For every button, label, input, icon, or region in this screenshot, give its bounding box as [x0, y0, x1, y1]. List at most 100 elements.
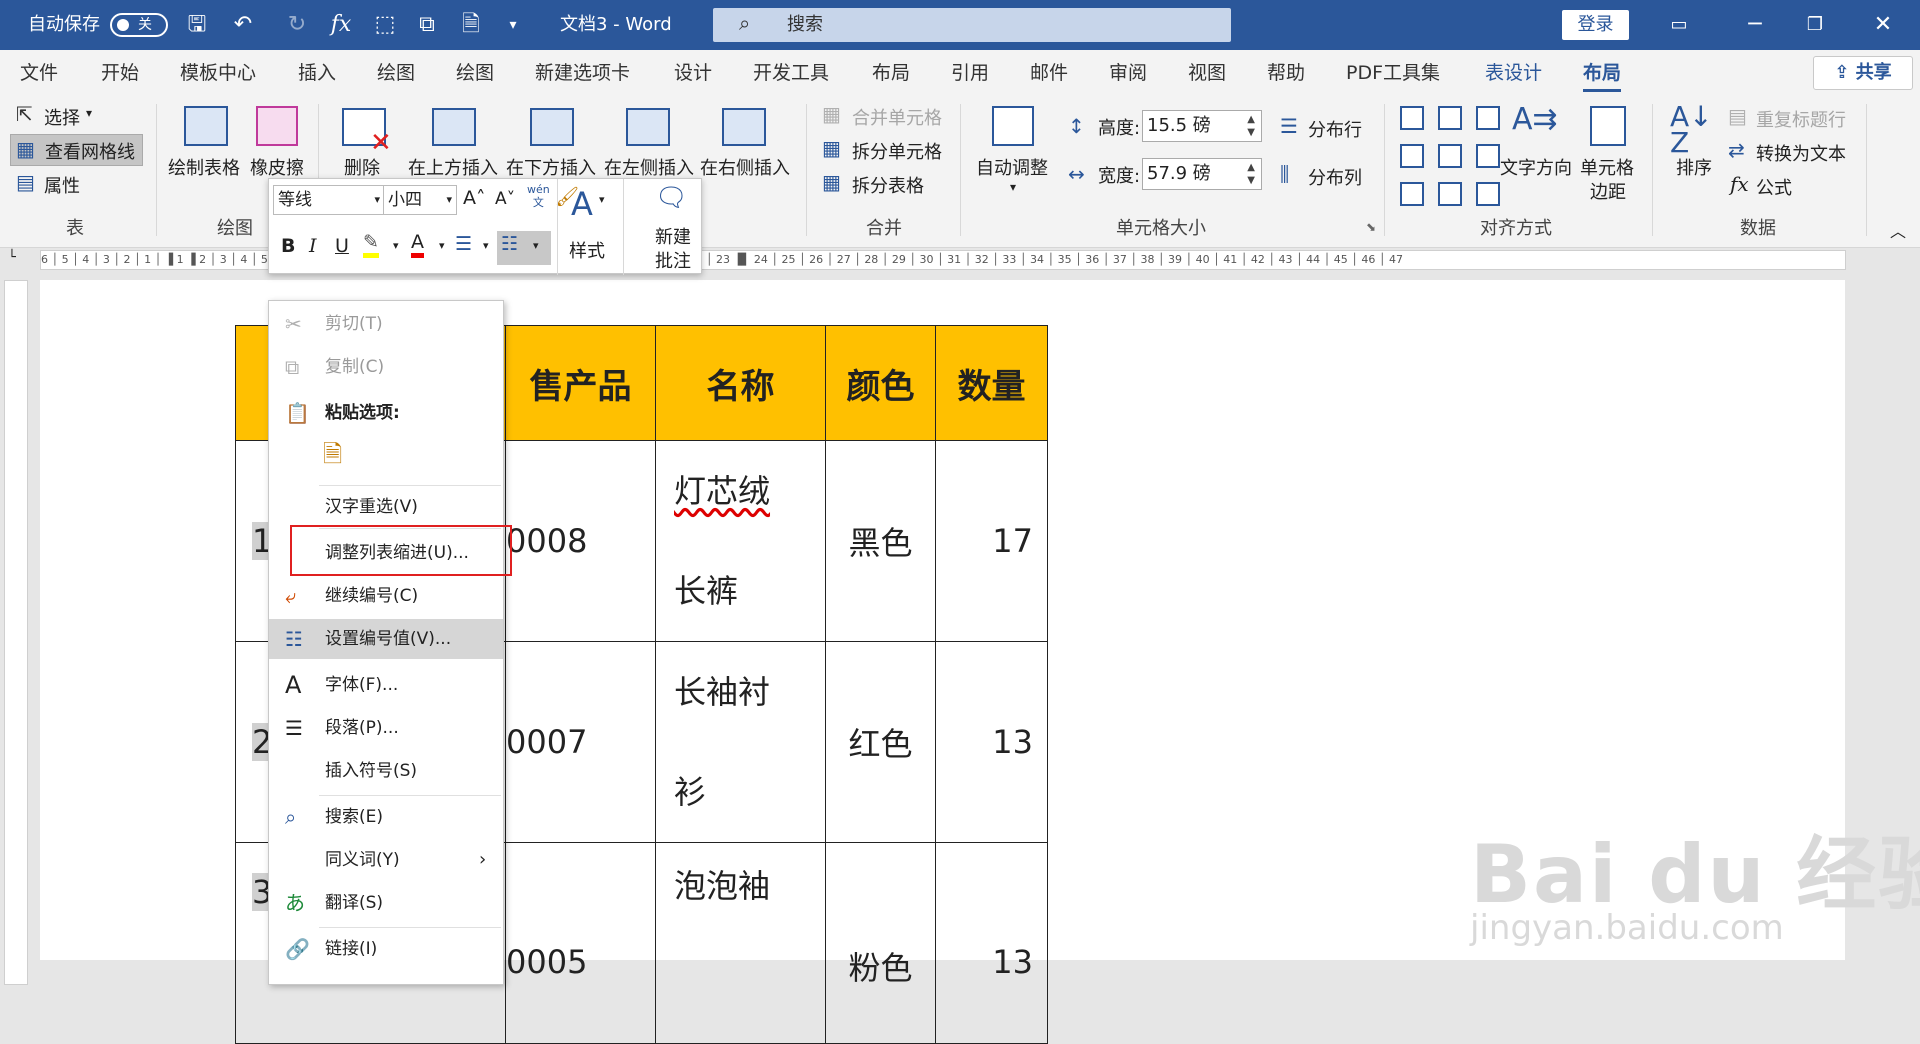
menu-item-translate[interactable]: あ翻译(S): [269, 883, 503, 923]
header-cell[interactable]: 数量: [935, 325, 1048, 441]
restore-icon[interactable]: ❐: [1800, 10, 1830, 40]
print-preview-icon[interactable]: 🗎: [456, 10, 486, 40]
name-cell[interactable]: 灯芯绒 长裤: [655, 440, 826, 642]
align-bottom-right-icon[interactable]: [1476, 182, 1500, 206]
header-cell[interactable]: 颜色: [825, 325, 936, 441]
eraser-icon[interactable]: [256, 106, 298, 146]
tab-table-layout[interactable]: 布局: [1583, 50, 1622, 96]
grow-font-icon[interactable]: A˄: [463, 187, 486, 209]
name-cell[interactable]: 长袖衬衫: [655, 641, 826, 843]
cell-margins-label-1[interactable]: 单元格: [1580, 154, 1634, 180]
tab-developer[interactable]: 开发工具: [753, 50, 829, 96]
align-middle-center-icon[interactable]: [1438, 144, 1462, 168]
font-size-select[interactable]: 小四 ▾: [383, 185, 457, 215]
distribute-cols-button[interactable]: 分布列: [1308, 164, 1362, 190]
align-top-right-icon[interactable]: [1476, 106, 1500, 130]
tab-new[interactable]: 新建选项卡: [535, 50, 630, 96]
italic-icon[interactable]: I: [309, 235, 317, 257]
tab-draw-2[interactable]: 绘图: [456, 50, 494, 96]
text-direction-icon[interactable]: A⇉: [1512, 102, 1558, 137]
menu-item-set-numbering-value[interactable]: ☷ 设置编号值(V)...: [269, 619, 503, 659]
underline-icon[interactable]: U: [335, 235, 349, 257]
code-cell[interactable]: 0007: [505, 641, 656, 843]
width-input[interactable]: 57.9 磅 ▲ ▼: [1142, 158, 1262, 190]
styles-icon[interactable]: A: [571, 185, 593, 223]
autofit-button[interactable]: 自动调整: [976, 154, 1048, 180]
width-spinner-icon[interactable]: ▲ ▼: [1247, 161, 1255, 187]
menu-item-copy[interactable]: ⧉ 复制(C): [269, 347, 503, 387]
cell-size-launcher-icon[interactable]: ⬊: [1366, 220, 1376, 234]
redo-icon[interactable]: ↻: [282, 10, 312, 40]
cell-margins-label-2[interactable]: 边距: [1590, 178, 1626, 204]
menu-item-paragraph[interactable]: ☰ 段落(P)...: [269, 708, 503, 748]
draw-table-button[interactable]: 绘制表格: [168, 154, 240, 180]
menu-item-link[interactable]: 🔗 链接(I): [269, 929, 503, 969]
bullets-dropdown-icon[interactable]: ▾: [483, 239, 489, 252]
split-table-button[interactable]: 拆分表格: [852, 172, 924, 198]
menu-item-continue-numbering[interactable]: ⤶ 继续编号(C): [269, 576, 503, 616]
highlight-icon[interactable]: ✎: [363, 231, 379, 258]
close-icon[interactable]: ✕: [1868, 10, 1898, 40]
styles-dropdown-icon[interactable]: ▾: [599, 193, 605, 206]
draw-table-icon[interactable]: [184, 106, 228, 146]
tab-layout[interactable]: 布局: [872, 50, 910, 96]
search-box[interactable]: ⌕ 搜索: [713, 8, 1231, 42]
select-objects-icon[interactable]: ⬚: [370, 10, 400, 40]
menu-item-reconvert[interactable]: 汉字重选(V): [269, 487, 503, 527]
tab-table-design[interactable]: 表设计: [1485, 50, 1542, 96]
color-cell[interactable]: 黑色: [825, 440, 936, 642]
new-comment-label-2[interactable]: 批注: [655, 247, 691, 273]
tab-templates[interactable]: 模板中心: [180, 50, 256, 96]
tab-view[interactable]: 视图: [1188, 50, 1226, 96]
menu-item-font[interactable]: A 字体(F)...: [269, 665, 503, 705]
tab-review[interactable]: 审阅: [1109, 50, 1147, 96]
properties-button[interactable]: 属性: [44, 172, 80, 198]
delete-button[interactable]: 删除: [344, 154, 380, 180]
eraser-button[interactable]: 橡皮擦: [250, 154, 304, 180]
insert-left-icon[interactable]: [626, 108, 670, 146]
menu-item-search[interactable]: ⌕ 搜索(E): [269, 797, 503, 837]
height-input[interactable]: 15.5 磅 ▲ ▼: [1142, 110, 1262, 142]
qty-cell[interactable]: 17: [935, 440, 1048, 642]
paste-keep-text-icon[interactable]: 🗎: [323, 437, 359, 477]
menu-item-insert-symbol[interactable]: 插入符号(S): [269, 751, 503, 791]
collapse-ribbon-icon[interactable]: ︿: [1890, 218, 1906, 242]
tab-references[interactable]: 引用: [951, 50, 989, 96]
color-cell[interactable]: 红色: [825, 641, 936, 843]
tab-file[interactable]: 文件: [20, 50, 58, 96]
insert-left-button[interactable]: 在左侧插入: [604, 154, 694, 180]
tab-insert[interactable]: 插入: [298, 50, 336, 96]
undo-icon[interactable]: ↶: [228, 10, 258, 40]
tab-pdf-tools[interactable]: PDF工具集: [1346, 50, 1440, 96]
select-button[interactable]: 选择: [44, 104, 80, 130]
insert-below-icon[interactable]: [530, 108, 574, 146]
hierarchy-icon[interactable]: ⧉: [412, 10, 442, 40]
code-cell[interactable]: 0005: [505, 842, 656, 1044]
shrink-font-icon[interactable]: A˅: [495, 189, 515, 209]
autofit-icon[interactable]: [992, 106, 1034, 146]
align-top-center-icon[interactable]: [1438, 106, 1462, 130]
tab-draw[interactable]: 绘图: [377, 50, 415, 96]
share-button[interactable]: ⇪ 共享: [1813, 56, 1913, 90]
font-color-dropdown-icon[interactable]: ▾: [439, 239, 445, 252]
formula-icon[interactable]: fx: [326, 10, 356, 40]
header-cell[interactable]: 售产品: [505, 325, 656, 441]
autofit-dropdown-icon[interactable]: ▾: [1010, 180, 1016, 194]
distribute-rows-button[interactable]: 分布行: [1308, 116, 1362, 142]
insert-below-button[interactable]: 在下方插入: [506, 154, 596, 180]
minimize-icon[interactable]: ─: [1740, 10, 1770, 40]
align-middle-left-icon[interactable]: [1400, 144, 1424, 168]
color-cell[interactable]: 粉色: [825, 842, 936, 1044]
highlight-dropdown-icon[interactable]: ▾: [393, 239, 399, 252]
login-button[interactable]: 登录: [1562, 10, 1629, 40]
save-icon[interactable]: 🖫: [182, 10, 212, 40]
new-comment-icon[interactable]: 🗨: [655, 183, 688, 213]
tab-design[interactable]: 设计: [674, 50, 712, 96]
formula-button[interactable]: 公式: [1756, 174, 1792, 200]
sort-icon[interactable]: A↓ Z: [1670, 103, 1713, 157]
header-cell[interactable]: 名称: [655, 325, 826, 441]
code-cell[interactable]: 0008: [505, 440, 656, 642]
repeat-header-button[interactable]: 重复标题行: [1756, 106, 1846, 132]
align-bottom-center-icon[interactable]: [1438, 182, 1462, 206]
bold-icon[interactable]: B: [281, 235, 295, 257]
